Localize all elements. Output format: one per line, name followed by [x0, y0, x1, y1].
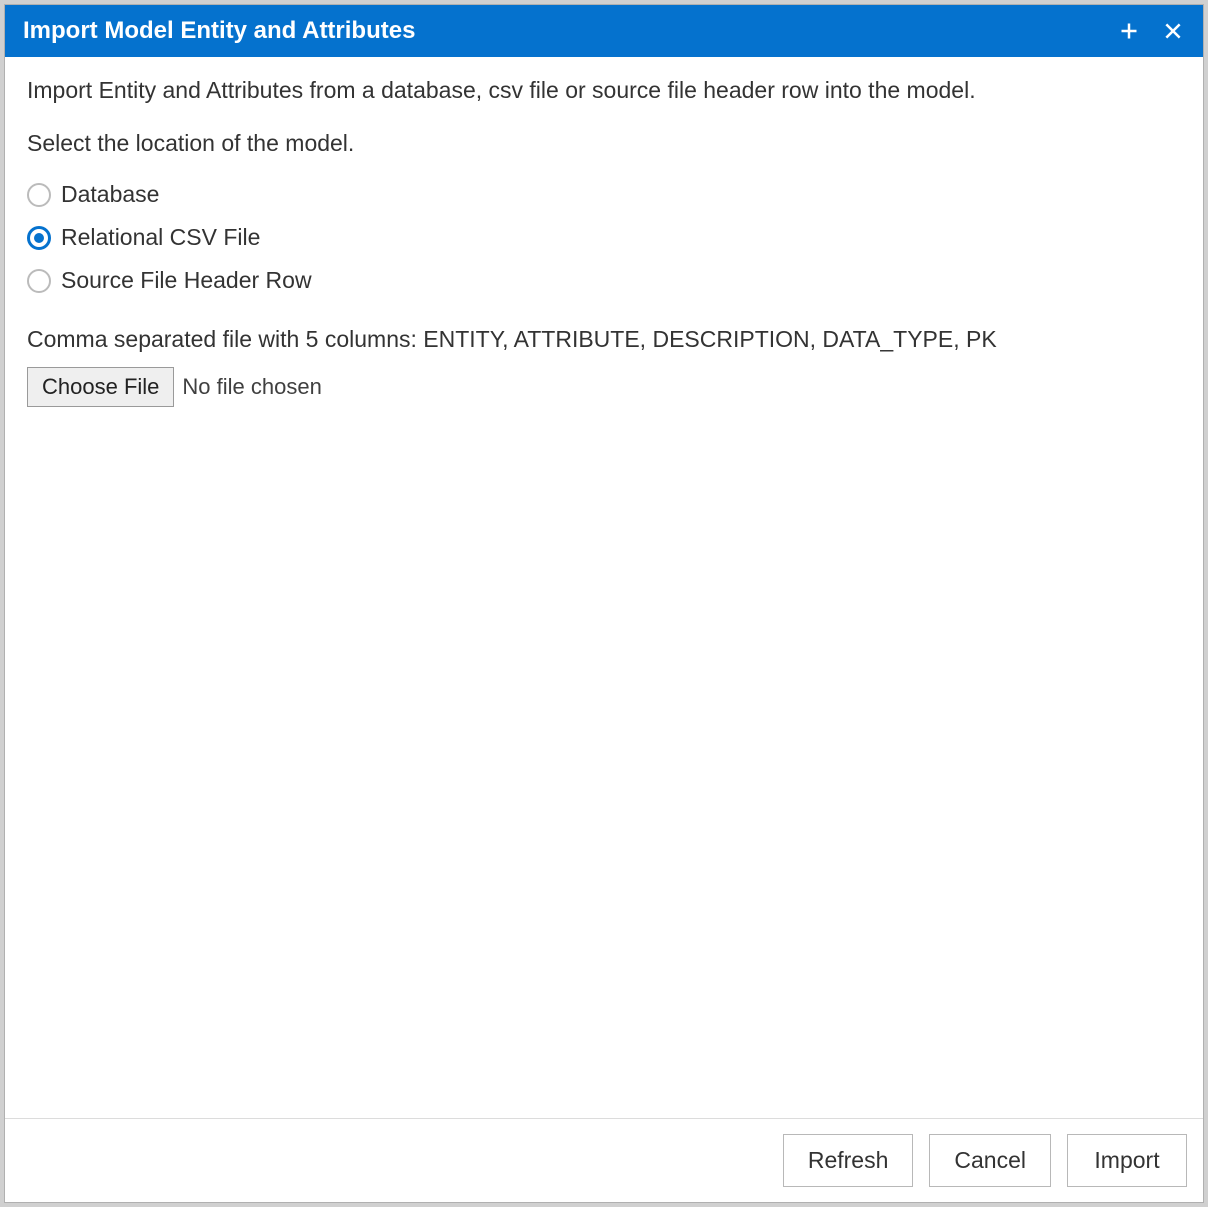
dialog-title: Import Model Entity and Attributes: [23, 17, 1117, 45]
titlebar-actions: [1117, 19, 1185, 43]
intro-text: Import Entity and Attributes from a data…: [27, 75, 1181, 106]
location-radio-group: Database Relational CSV File Source File…: [27, 173, 1181, 302]
file-input-row: Choose File No file chosen: [27, 367, 1181, 407]
dialog-content: Import Entity and Attributes from a data…: [5, 57, 1203, 1118]
close-icon[interactable]: [1161, 19, 1185, 43]
import-dialog: Import Model Entity and Attributes Impor…: [4, 4, 1204, 1203]
import-button[interactable]: Import: [1067, 1134, 1187, 1187]
csv-format-helper: Comma separated file with 5 columns: ENT…: [27, 324, 1181, 355]
refresh-button[interactable]: Refresh: [783, 1134, 914, 1187]
select-location-label: Select the location of the model.: [27, 128, 1181, 159]
radio-label: Database: [61, 179, 159, 210]
dialog-footer: Refresh Cancel Import: [5, 1118, 1203, 1202]
file-chosen-status: No file chosen: [182, 372, 321, 402]
radio-icon: [27, 183, 51, 207]
add-icon[interactable]: [1117, 19, 1141, 43]
radio-icon: [27, 226, 51, 250]
cancel-button[interactable]: Cancel: [929, 1134, 1051, 1187]
radio-source-file-header[interactable]: Source File Header Row: [27, 259, 1181, 302]
radio-relational-csv[interactable]: Relational CSV File: [27, 216, 1181, 259]
radio-label: Source File Header Row: [61, 265, 312, 296]
radio-database[interactable]: Database: [27, 173, 1181, 216]
radio-icon: [27, 269, 51, 293]
choose-file-button[interactable]: Choose File: [27, 367, 174, 407]
titlebar: Import Model Entity and Attributes: [5, 5, 1203, 57]
radio-label: Relational CSV File: [61, 222, 260, 253]
